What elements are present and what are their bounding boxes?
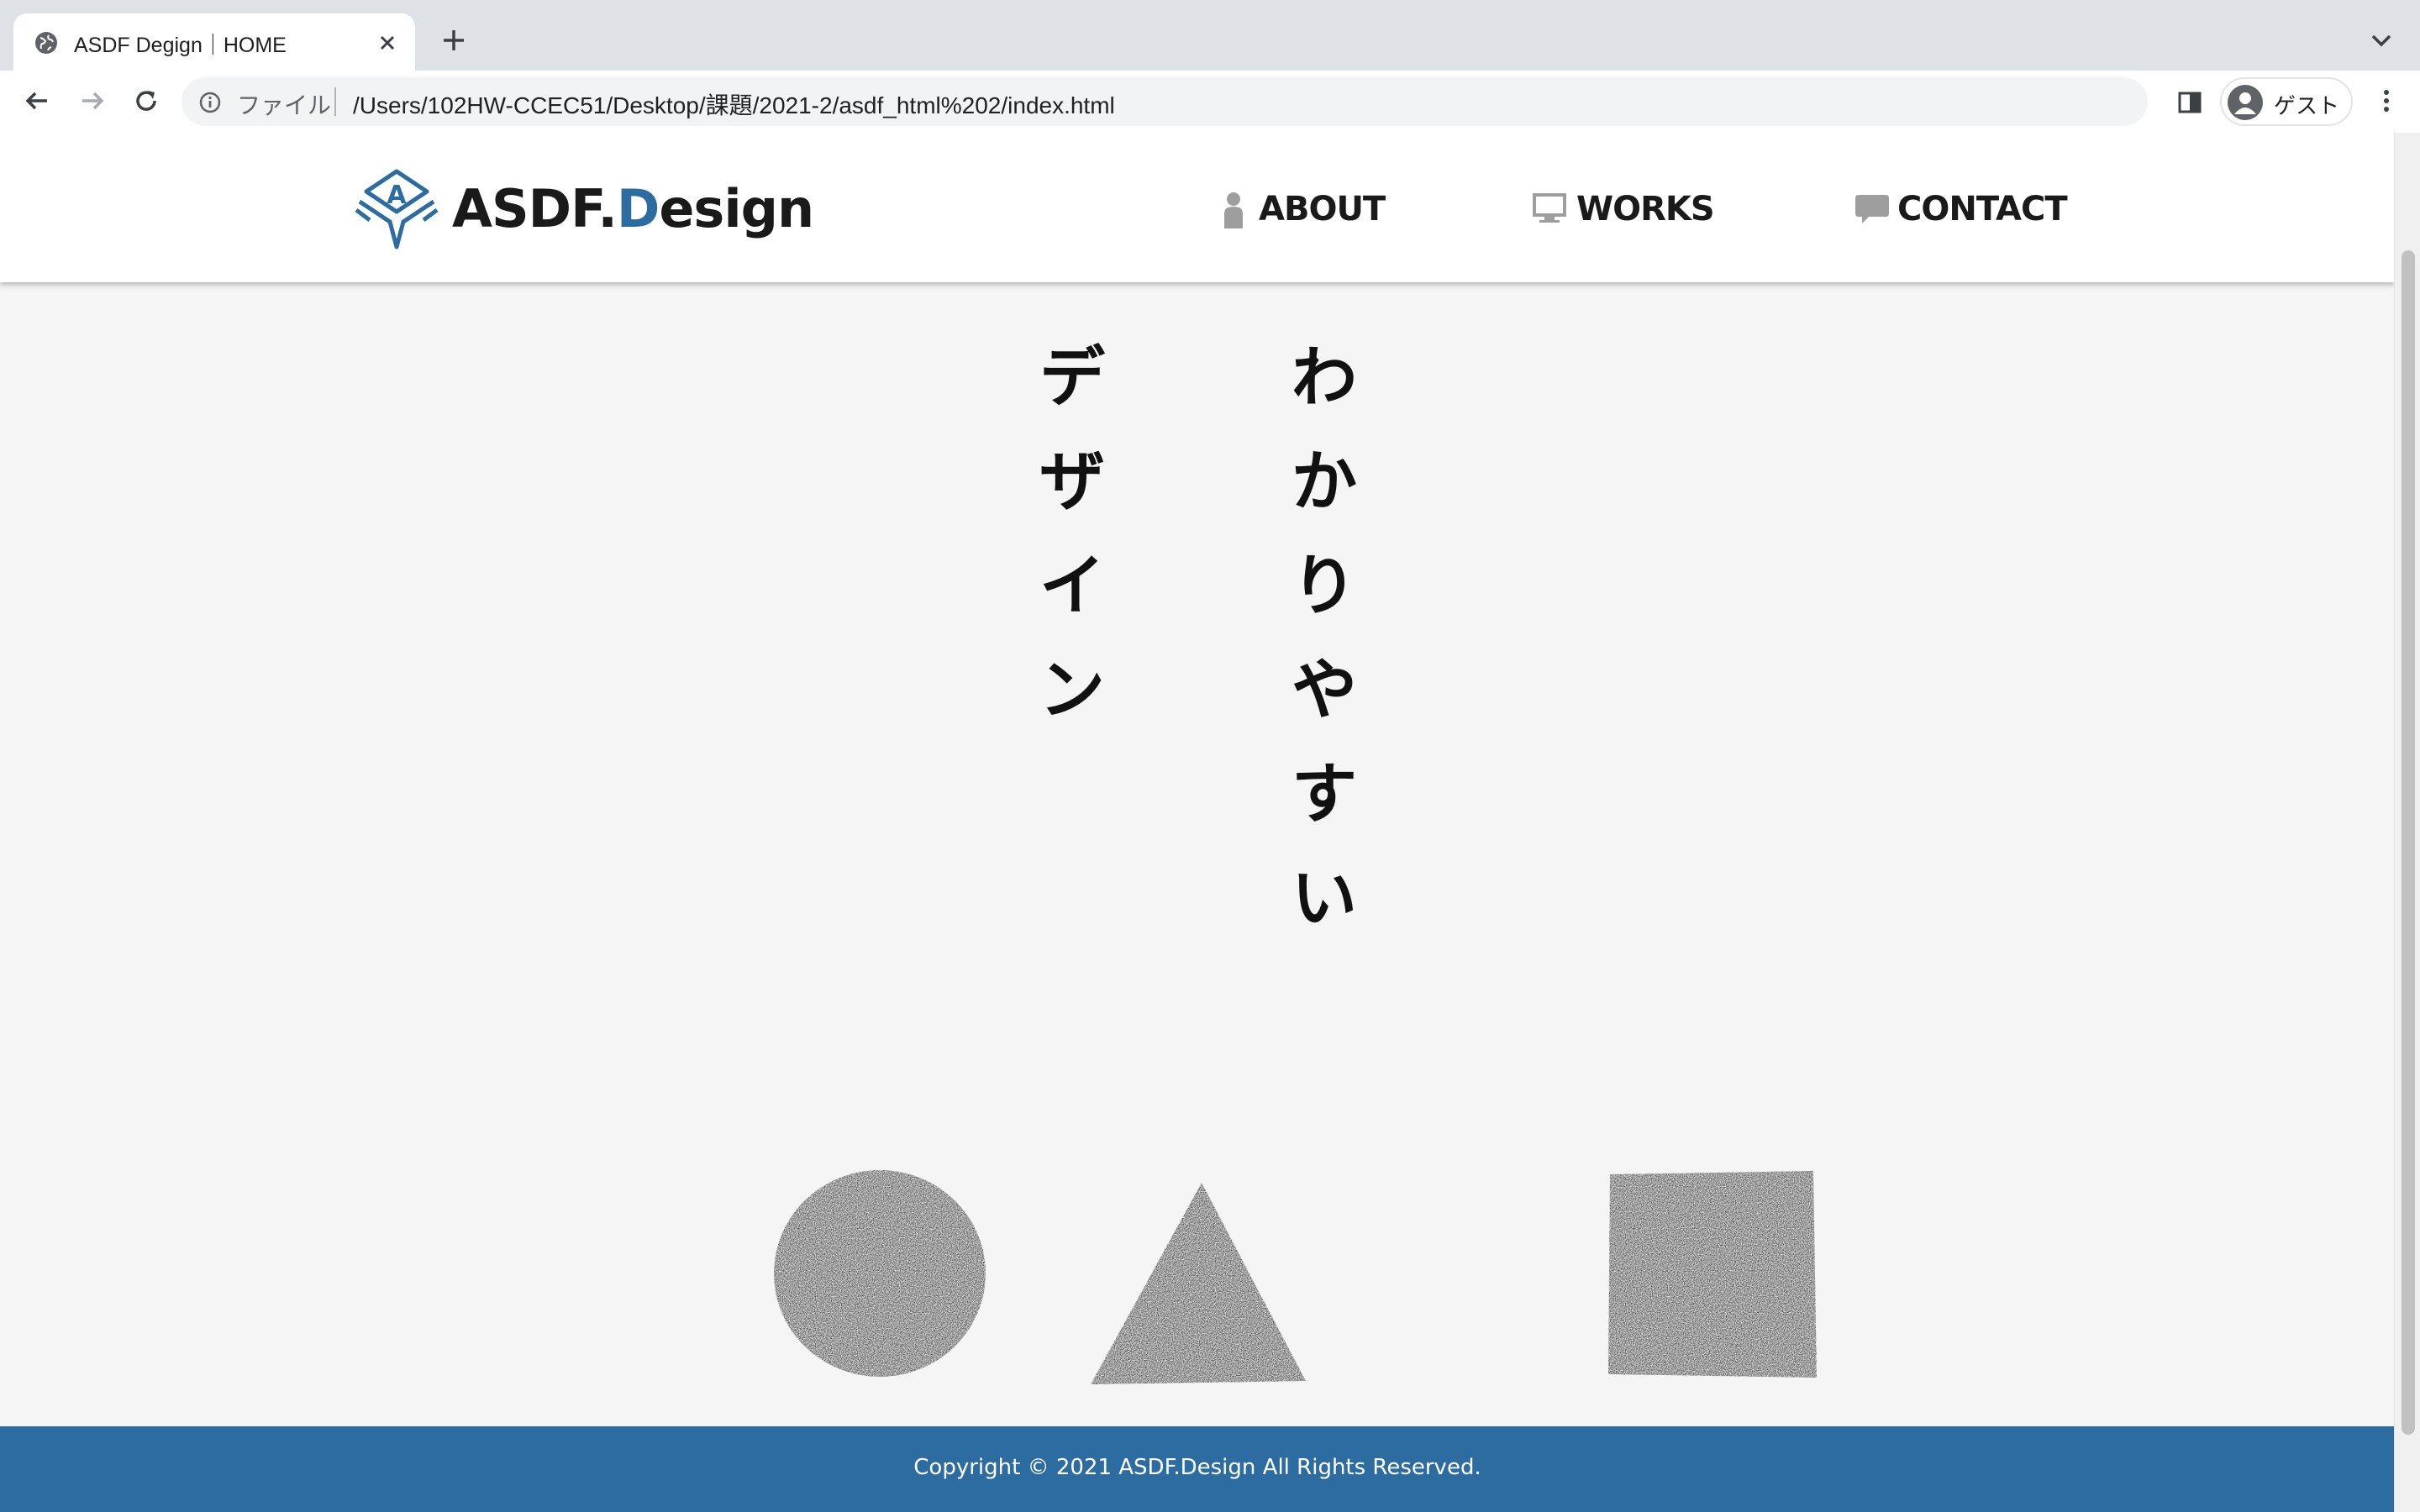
svg-text:A: A <box>387 181 407 210</box>
crayon-circle-illustration <box>774 1170 986 1377</box>
nav-about-label: ABOUT <box>1259 190 1386 228</box>
info-icon[interactable] <box>198 91 222 114</box>
logo-text-accent: D <box>616 178 660 239</box>
page-scrollbar[interactable] <box>2394 133 2420 1512</box>
catch-char: す <box>1291 757 1357 832</box>
catch-copy-right: わ か り や す い <box>1282 326 1366 951</box>
catch-char: や <box>1291 653 1357 728</box>
close-tab-icon[interactable] <box>375 30 400 55</box>
profile-button[interactable]: ゲスト <box>2220 77 2353 126</box>
catch-char: デ <box>1039 340 1105 416</box>
tab-title: ASDF Degign｜HOME <box>74 34 287 57</box>
new-tab-icon[interactable] <box>439 25 469 55</box>
catch-char: イ <box>1039 549 1105 624</box>
logo-mark-icon: A <box>355 169 439 249</box>
avatar-icon <box>2228 85 2263 120</box>
speech-bubble-icon <box>1855 195 1889 223</box>
globe-icon <box>35 32 57 54</box>
browser-tab-active[interactable]: ASDF Degign｜HOME <box>13 13 415 71</box>
side-panel-icon[interactable] <box>2175 87 2205 118</box>
catch-char: い <box>1291 861 1357 937</box>
address-url[interactable]: /Users/102HW-CCEC51/Desktop/課題/2021-2/as… <box>353 87 1115 121</box>
browser-toolbar: ファイル /Users/102HW-CCEC51/Desktop/課題/2021… <box>0 71 2420 134</box>
back-arrow-icon[interactable] <box>20 84 54 118</box>
crayon-square-illustration <box>1608 1171 1817 1378</box>
scrollbar-thumb[interactable] <box>2402 250 2415 1435</box>
forward-arrow-icon[interactable] <box>76 84 109 118</box>
reload-icon[interactable] <box>129 84 163 118</box>
monitor-icon <box>1533 193 1566 223</box>
crayon-triangle-illustration <box>1091 1183 1306 1384</box>
catch-char: ザ <box>1039 444 1105 520</box>
address-scheme-label: ファイル <box>237 92 332 118</box>
logo-text-main: ASDF. <box>452 178 618 239</box>
catch-char: か <box>1291 444 1357 520</box>
catch-char: り <box>1291 549 1357 624</box>
catch-copy-left: デ ザ イ ン <box>1030 326 1114 743</box>
chevron-down-icon[interactable] <box>2370 30 2393 50</box>
person-icon <box>1224 192 1243 228</box>
nav-works-label: WORKS <box>1576 190 1715 228</box>
nav-contact-label: CONTACT <box>1897 190 2068 228</box>
site-footer: Copyright © 2021 ASDF.Design All Rights … <box>0 1426 2395 1512</box>
logo-text: ASDF.Design <box>452 178 814 239</box>
logo-text-rest: esign <box>659 178 814 239</box>
more-menu-icon[interactable] <box>2370 84 2403 118</box>
site-header: A ASDF.Design ABOUT WORKS CONTACT <box>0 133 2395 282</box>
copyright-text: Copyright © 2021 ASDF.Design All Rights … <box>913 1455 1481 1480</box>
profile-label: ゲスト <box>2274 93 2340 118</box>
browser-tab-bar: ASDF Degign｜HOME <box>0 0 2420 71</box>
page-viewport: A ASDF.Design ABOUT WORKS CONTACT わ か り … <box>0 133 2420 1512</box>
address-divider <box>334 87 336 116</box>
address-bar[interactable]: ファイル /Users/102HW-CCEC51/Desktop/課題/2021… <box>182 77 2148 126</box>
catch-char: ン <box>1039 653 1105 728</box>
catch-char: わ <box>1291 340 1357 416</box>
